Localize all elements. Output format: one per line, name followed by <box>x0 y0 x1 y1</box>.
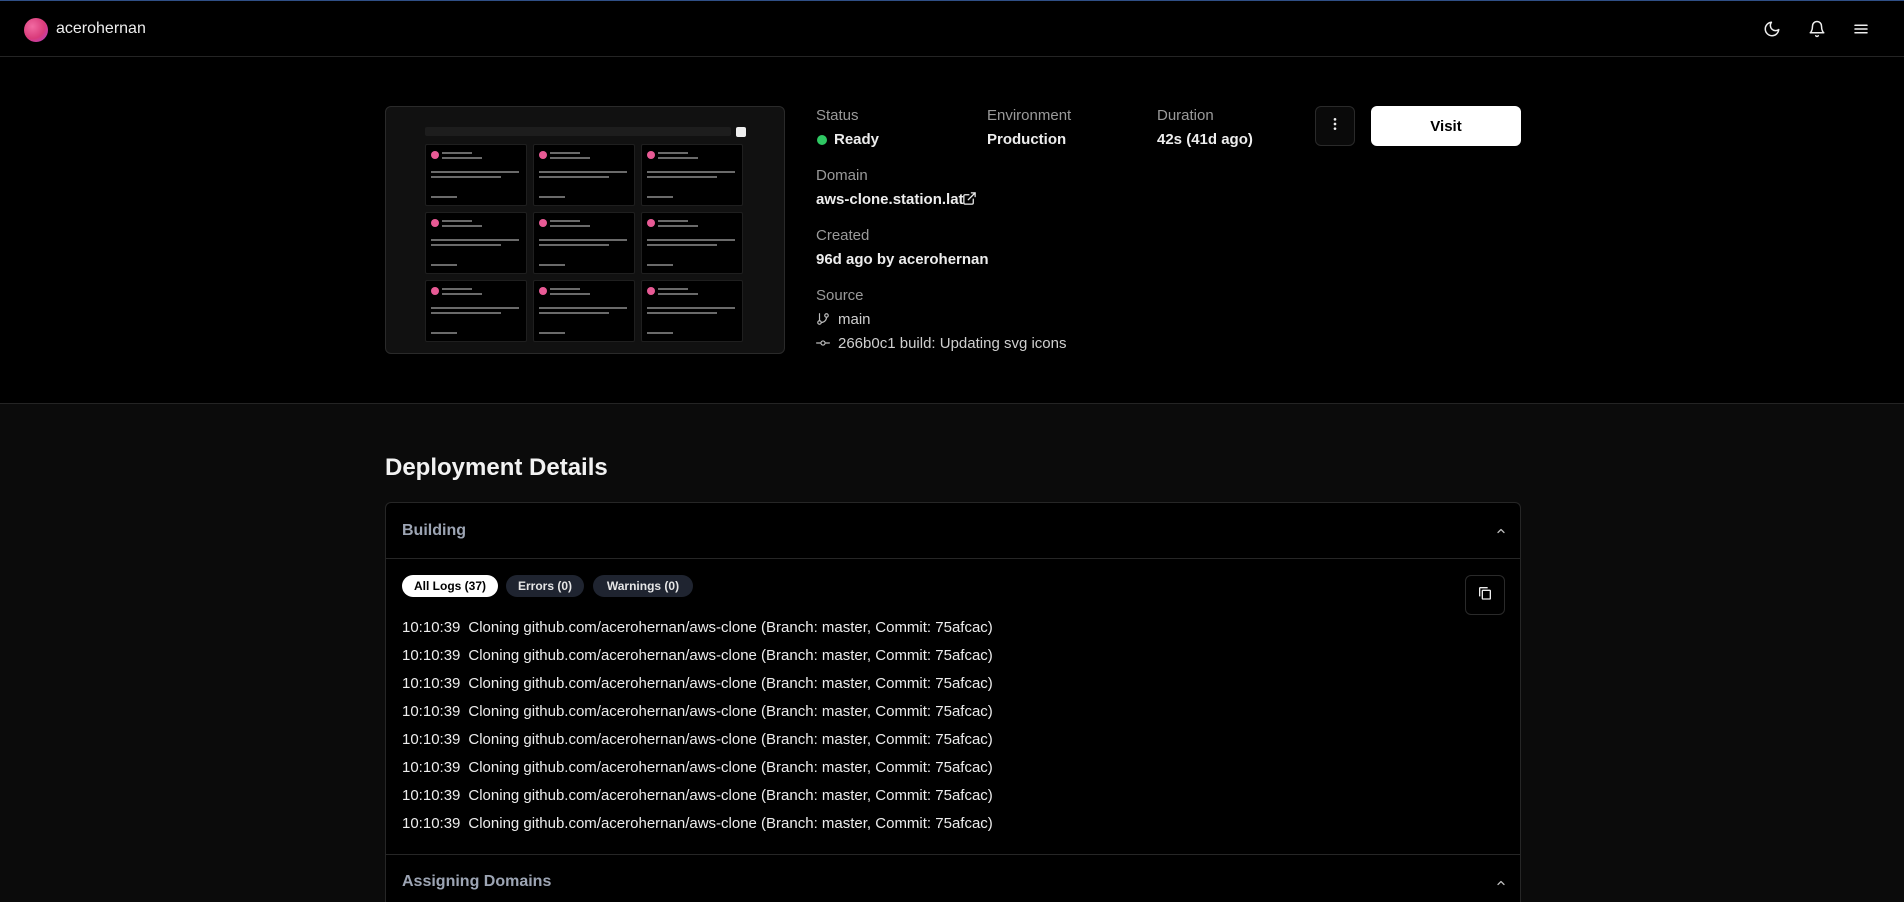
created-label: Created <box>816 227 870 244</box>
page-title: Deployment Details <box>385 454 608 481</box>
log-message: Cloning github.com/acerohernan/aws-clone… <box>468 703 993 720</box>
log-message: Cloning github.com/acerohernan/aws-clone… <box>468 619 993 636</box>
avatar[interactable] <box>24 18 48 42</box>
log-time: 10:10:39 <box>402 675 461 692</box>
copy-logs-button[interactable] <box>1465 575 1505 615</box>
git-commit-icon <box>816 336 830 355</box>
commit-message[interactable]: 266b0c1 build: Updating svg icons <box>838 335 1067 352</box>
log-time: 10:10:39 <box>402 703 461 720</box>
log-time: 10:10:39 <box>402 731 461 748</box>
domain-link[interactable]: aws-clone.station.lat <box>816 191 964 208</box>
log-line: 10:10:39 Cloning github.com/acerohernan/a… <box>402 759 993 776</box>
filter-warnings[interactable]: Warnings (0) <box>593 575 693 597</box>
preview-card-grid <box>425 144 743 342</box>
log-time: 10:10:39 <box>402 759 461 776</box>
created-value: 96d ago by acerohernan <box>816 251 989 268</box>
panel-divider <box>386 854 1520 855</box>
username[interactable]: acerohernan <box>56 20 146 38</box>
log-time: 10:10:39 <box>402 647 461 664</box>
log-message: Cloning github.com/acerohernan/aws-clone… <box>468 759 993 776</box>
log-message: Cloning github.com/acerohernan/aws-clone… <box>468 647 993 664</box>
environment-label: Environment <box>987 107 1072 124</box>
domain-label: Domain <box>816 167 868 184</box>
source-label: Source <box>816 287 864 304</box>
duration-label: Duration <box>1157 107 1214 124</box>
moon-icon[interactable] <box>1760 17 1784 41</box>
copy-icon <box>1477 585 1493 606</box>
branch-name[interactable]: main <box>838 311 871 328</box>
bell-icon[interactable] <box>1805 17 1829 41</box>
chevron-up-icon[interactable] <box>1495 877 1507 889</box>
preview-card <box>425 212 527 274</box>
status-label: Status <box>816 107 859 124</box>
log-line: 10:10:39 Cloning github.com/acerohernan/a… <box>402 815 993 832</box>
git-branch-icon <box>816 312 830 331</box>
log-message: Cloning github.com/acerohernan/aws-clone… <box>468 787 993 804</box>
building-accordion-header[interactable]: Building <box>386 503 1520 559</box>
log-message: Cloning github.com/acerohernan/aws-clone… <box>468 731 993 748</box>
log-time: 10:10:39 <box>402 787 461 804</box>
preview-card <box>641 212 743 274</box>
visit-button[interactable]: Visit <box>1371 106 1521 146</box>
build-logs-panel: Building All Logs (37) Errors (0) Warnin… <box>385 502 1521 902</box>
log-time: 10:10:39 <box>402 815 461 832</box>
environment-value: Production <box>987 131 1067 148</box>
deployment-overview: Status Ready Environment Production Dura… <box>0 57 1904 404</box>
status-indicator <box>817 135 827 145</box>
preview-search-bar <box>425 127 731 136</box>
preview-card <box>533 144 635 206</box>
duration-value: 42s (41d ago) <box>1157 131 1253 148</box>
log-line: 10:10:39 Cloning github.com/acerohernan/a… <box>402 787 993 804</box>
top-navbar: acerohernan <box>0 1 1904 57</box>
more-options-button[interactable] <box>1315 106 1355 146</box>
log-line: 10:10:39 Cloning github.com/acerohernan/a… <box>402 647 993 664</box>
log-time: 10:10:39 <box>402 619 461 636</box>
preview-card <box>425 280 527 342</box>
deployment-preview-image[interactable] <box>385 106 785 354</box>
external-link-icon[interactable] <box>962 191 977 211</box>
preview-card <box>641 280 743 342</box>
filter-all-logs[interactable]: All Logs (37) <box>402 575 498 597</box>
log-line: 10:10:39 Cloning github.com/acerohernan/a… <box>402 731 993 748</box>
preview-button <box>736 127 746 137</box>
hamburger-icon[interactable] <box>1849 17 1873 41</box>
filter-errors[interactable]: Errors (0) <box>506 575 584 597</box>
log-message: Cloning github.com/acerohernan/aws-clone… <box>468 815 993 832</box>
log-line: 10:10:39 Cloning github.com/acerohernan/a… <box>402 703 993 720</box>
preview-card <box>641 144 743 206</box>
preview-card <box>533 280 635 342</box>
log-line: 10:10:39 Cloning github.com/acerohernan/a… <box>402 675 993 692</box>
log-line: 10:10:39 Cloning github.com/acerohernan/a… <box>402 619 993 636</box>
preview-card <box>425 144 527 206</box>
building-title: Building <box>402 522 466 539</box>
more-vertical-icon <box>1327 116 1343 137</box>
chevron-up-icon[interactable] <box>1495 525 1507 537</box>
assigning-domains-title[interactable]: Assigning Domains <box>402 873 551 891</box>
status-value: Ready <box>834 131 880 148</box>
log-message: Cloning github.com/acerohernan/aws-clone… <box>468 675 993 692</box>
preview-card <box>533 212 635 274</box>
